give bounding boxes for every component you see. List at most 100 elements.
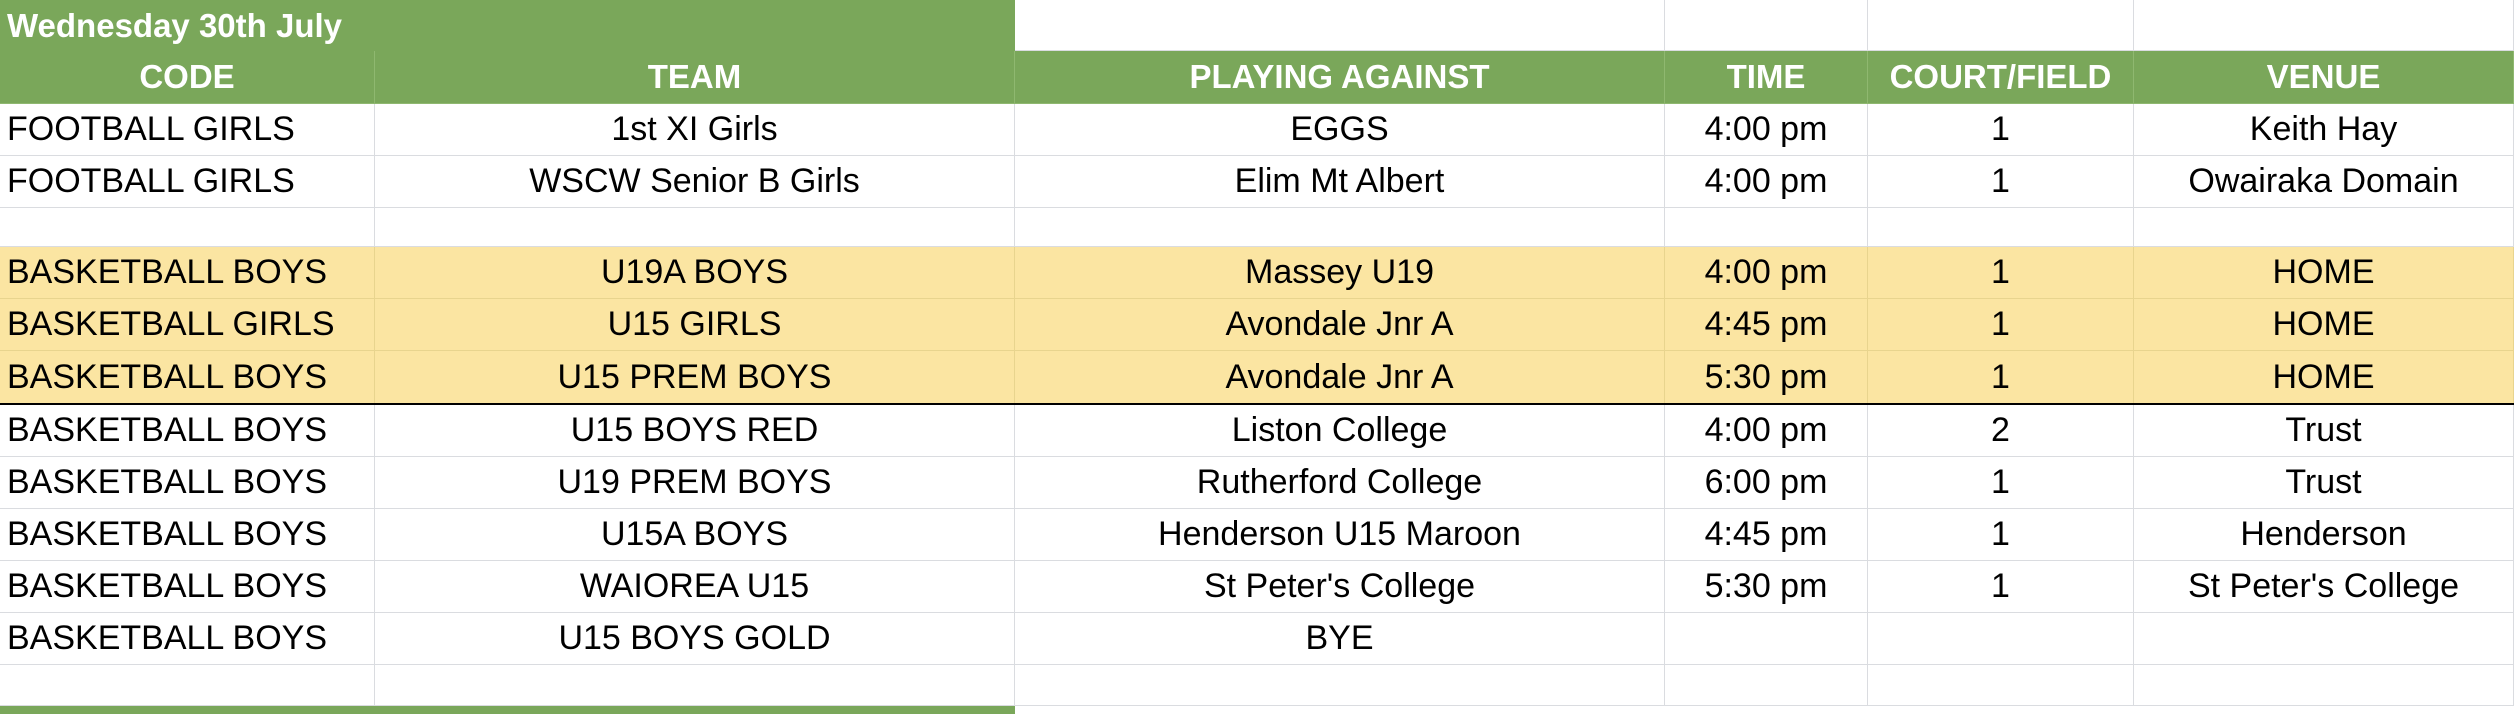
header-court-field[interactable]: COURT/FIELD [1868,51,2134,104]
cell-team[interactable]: U15 PREM BOYS [375,351,1015,403]
cell-time[interactable]: 4:00 pm [1665,156,1868,208]
cell-team[interactable]: U15 BOYS RED [375,405,1015,457]
cell-code[interactable]: BASKETBALL BOYS [0,351,375,403]
table-row: BASKETBALL BOYS U15 BOYS RED Liston Colleg… [0,405,2514,457]
cell-venue[interactable]: Trust [2134,405,2514,457]
cell-code[interactable]: BASKETBALL BOYS [0,247,375,299]
cell-court-field[interactable]: 1 [1868,247,2134,299]
cell-playing-against[interactable] [1015,208,1665,247]
cell-team[interactable]: U15 GIRLS [375,299,1015,351]
cell-court-field[interactable]: 1 [1868,457,2134,509]
cell-venue[interactable]: HOME [2134,247,2514,299]
green-footer-bar [0,706,1015,714]
table-row: BASKETBALL BOYS U19A BOYS Massey U19 4:00 p… [0,247,2514,299]
cell-time[interactable]: 4:00 pm [1665,104,1868,156]
cell-time[interactable] [1665,665,1868,706]
table-row [0,208,2514,247]
cell-venue[interactable] [2134,613,2514,665]
sheet-title: Wednesday 30th July [7,6,343,44]
cell-time[interactable]: 4:00 pm [1665,247,1868,299]
header-team[interactable]: TEAM [375,51,1015,104]
table-row: FOOTBALL GIRLS WSCW Senior B Girls Elim Mt… [0,156,2514,208]
cell-court-field[interactable]: 1 [1868,561,2134,613]
cell-venue[interactable]: St Peter's College [2134,561,2514,613]
cell-team[interactable]: WSCW Senior B Girls [375,156,1015,208]
header-code[interactable]: CODE [0,51,375,104]
cell-venue[interactable]: HOME [2134,299,2514,351]
cell-time[interactable]: 5:30 pm [1665,561,1868,613]
cell-court-field[interactable]: 1 [1868,509,2134,561]
cell-time[interactable] [1665,613,1868,665]
empty-cell[interactable] [1015,0,1665,51]
cell-team[interactable] [375,208,1015,247]
cell-court-field[interactable] [1868,613,2134,665]
cell-code[interactable]: BASKETBALL BOYS [0,509,375,561]
cell-venue[interactable]: Henderson [2134,509,2514,561]
cell-team[interactable]: 1st XI Girls [375,104,1015,156]
cell-code[interactable]: BASKETBALL BOYS [0,561,375,613]
cell-playing-against[interactable]: Avondale Jnr A [1015,299,1665,351]
cell-playing-against[interactable]: Avondale Jnr A [1015,351,1665,403]
header-row: CODE TEAM PLAYING AGAINST TIME COURT/FIE… [0,51,2514,104]
cell-court-field[interactable]: 1 [1868,104,2134,156]
cell-code[interactable]: FOOTBALL GIRLS [0,104,375,156]
cell-court-field[interactable]: 1 [1868,156,2134,208]
cell-code[interactable] [0,665,375,706]
cell-team[interactable] [375,665,1015,706]
cell-playing-against[interactable]: BYE [1015,613,1665,665]
cell-team[interactable]: U15 BOYS GOLD [375,613,1015,665]
table-row: BASKETBALL BOYS U15A BOYS Henderson U15 Ma… [0,509,2514,561]
cell-court-field[interactable] [1868,665,2134,706]
cell-code[interactable]: BASKETBALL BOYS [0,457,375,509]
header-venue[interactable]: VENUE [2134,51,2514,104]
cell-time[interactable]: 4:45 pm [1665,509,1868,561]
cell-playing-against[interactable]: Liston College [1015,405,1665,457]
cell-venue[interactable]: Trust [2134,457,2514,509]
cell-playing-against[interactable]: St Peter's College [1015,561,1665,613]
table-row: BASKETBALL BOYS U19 PREM BOYS Rutherford C… [0,457,2514,509]
empty-cell[interactable] [1868,0,2134,51]
cell-code[interactable]: BASKETBALL BOYS [0,405,375,457]
cell-code[interactable]: BASKETBALL GIRLS [0,299,375,351]
table-row: BASKETBALL BOYS WAIOREA U15 St Peter's Col… [0,561,2514,613]
cell-code[interactable] [0,208,375,247]
cell-venue[interactable]: HOME [2134,351,2514,403]
cell-team[interactable]: WAIOREA U15 [375,561,1015,613]
cell-time[interactable] [1665,208,1868,247]
cell-venue[interactable] [2134,665,2514,706]
cell-team[interactable]: U15A BOYS [375,509,1015,561]
cell-time[interactable]: 5:30 pm [1665,351,1868,403]
cell-playing-against[interactable]: EGGS [1015,104,1665,156]
empty-cell[interactable] [1665,0,1868,51]
empty-cell[interactable] [2134,0,2514,51]
cell-venue[interactable] [2134,208,2514,247]
header-time[interactable]: TIME [1665,51,1868,104]
cell-code[interactable]: BASKETBALL BOYS [0,613,375,665]
sheet-title-cell[interactable]: Wednesday 30th July [0,0,1015,51]
cell-court-field[interactable]: 2 [1868,405,2134,457]
table-row: BASKETBALL BOYS U15 BOYS GOLD BYE [0,613,2514,665]
cell-playing-against[interactable]: Elim Mt Albert [1015,156,1665,208]
table-row: FOOTBALL GIRLS 1st XI Girls EGGS 4:00 pm 1 Ke… [0,104,2514,156]
cell-playing-against[interactable]: Henderson U15 Maroon [1015,509,1665,561]
cell-playing-against[interactable]: Massey U19 [1015,247,1665,299]
cell-code[interactable]: FOOTBALL GIRLS [0,156,375,208]
cell-playing-against[interactable] [1015,665,1665,706]
cell-venue[interactable]: Keith Hay [2134,104,2514,156]
cell-court-field[interactable] [1868,208,2134,247]
table-row [0,665,2514,706]
cell-time[interactable]: 4:45 pm [1665,299,1868,351]
table-row: BASKETBALL GIRLS U15 GIRLS Avondale Jnr A4… [0,299,2514,351]
cell-team[interactable]: U19A BOYS [375,247,1015,299]
header-playing-against[interactable]: PLAYING AGAINST [1015,51,1665,104]
cell-court-field[interactable]: 1 [1868,299,2134,351]
cell-time[interactable]: 4:00 pm [1665,405,1868,457]
spreadsheet: Wednesday 30th July CODE TEAM PLAYING AG… [0,0,2514,714]
cell-court-field[interactable]: 1 [1868,351,2134,403]
table-row: BASKETBALL BOYS U15 PREM BOYS Avondale Jnr… [0,351,2514,405]
cell-time[interactable]: 6:00 pm [1665,457,1868,509]
cell-venue[interactable]: Owairaka Domain [2134,156,2514,208]
title-row-empty-cells [1015,0,2514,51]
cell-team[interactable]: U19 PREM BOYS [375,457,1015,509]
cell-playing-against[interactable]: Rutherford College [1015,457,1665,509]
